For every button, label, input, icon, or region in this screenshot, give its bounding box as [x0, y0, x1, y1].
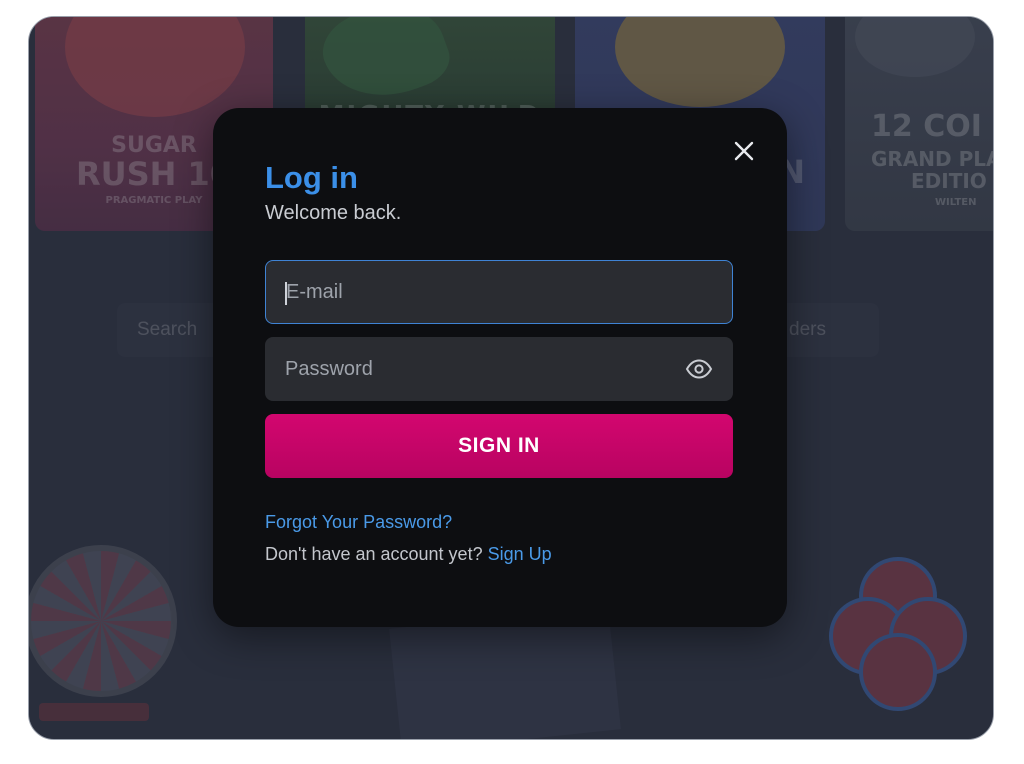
close-button[interactable] [731, 138, 757, 164]
close-icon [734, 141, 754, 161]
email-field-wrapper [265, 260, 733, 324]
modal-subtitle: Welcome back. [265, 202, 402, 224]
sign-up-link[interactable]: Sign Up [488, 544, 552, 564]
modal-title: Log in [265, 160, 358, 195]
show-password-button[interactable] [685, 357, 713, 381]
password-field-wrapper [265, 337, 733, 401]
email-input[interactable] [266, 261, 732, 323]
password-input[interactable] [265, 337, 733, 401]
login-modal: Log in Welcome back. SIGN IN Forgot Your… [213, 108, 787, 627]
signup-line: Don't have an account yet? Sign Up [265, 544, 552, 565]
eye-icon [685, 359, 713, 379]
text-caret [285, 282, 287, 305]
forgot-password-link[interactable]: Forgot Your Password? [265, 512, 452, 533]
signup-prompt: Don't have an account yet? [265, 544, 483, 564]
sign-in-button[interactable]: SIGN IN [265, 414, 733, 478]
